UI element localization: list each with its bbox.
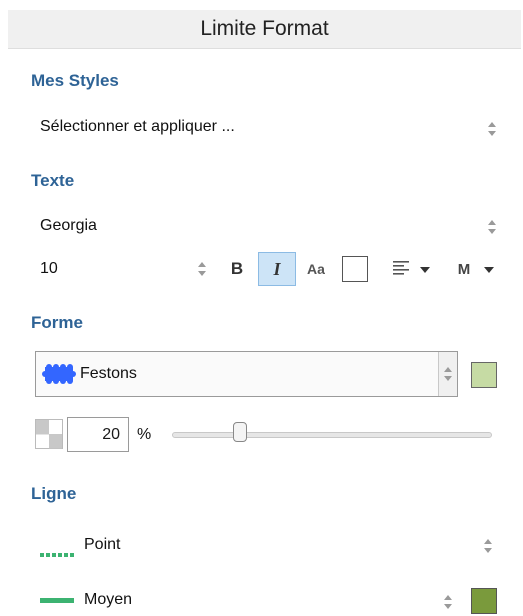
fill-color-swatch[interactable]	[471, 362, 497, 388]
shape-select-label: Festons	[80, 365, 137, 382]
transparency-input[interactable]: 20	[67, 417, 129, 452]
line-weight-select[interactable]: Moyen	[30, 586, 460, 616]
section-text: Texte	[31, 171, 75, 190]
styles-select[interactable]: Sélectionner et appliquer ...	[30, 113, 510, 145]
chevron-down-icon	[484, 259, 495, 279]
slider-track	[172, 432, 492, 438]
bold-button[interactable]: B	[222, 252, 252, 286]
text-case-button[interactable]: Aa	[300, 252, 332, 286]
styles-select-label: Sélectionner et appliquer ...	[40, 118, 235, 135]
italic-button[interactable]: I	[258, 252, 296, 286]
section-shape: Forme	[31, 313, 83, 332]
transparency-slider[interactable]	[172, 422, 492, 446]
line-style-label: Point	[84, 536, 121, 553]
font-size-select[interactable]: 10	[30, 254, 212, 284]
text-color-button[interactable]	[340, 252, 370, 286]
panel-title: Limite Format	[200, 17, 329, 40]
section-my-styles: Mes Styles	[31, 71, 119, 90]
font-select[interactable]: Georgia	[30, 211, 510, 243]
vertical-align-label: M	[457, 260, 471, 278]
line-color-swatch[interactable]	[471, 588, 497, 614]
solid-line-icon	[40, 598, 74, 603]
line-style-select[interactable]: Point	[30, 530, 510, 562]
section-line: Ligne	[31, 484, 77, 503]
vertical-align-dropdown[interactable]: M	[448, 252, 504, 286]
transparency-icon	[35, 419, 63, 454]
line-weight-label: Moyen	[84, 591, 133, 608]
panel-header: Limite Format	[8, 10, 521, 49]
updown-arrows-icon	[196, 261, 208, 277]
dotted-line-icon	[40, 544, 80, 562]
scallop-shape-icon	[42, 364, 76, 389]
text-align-dropdown[interactable]	[384, 252, 438, 286]
text-color-swatch	[342, 256, 368, 282]
updown-arrows-icon	[438, 352, 457, 396]
chevron-down-icon	[420, 259, 430, 279]
shape-select[interactable]: Festons	[35, 351, 458, 397]
updown-arrows-icon	[486, 219, 498, 235]
slider-thumb[interactable]	[233, 422, 248, 442]
font-name: Georgia	[40, 217, 97, 234]
align-left-icon	[392, 259, 410, 280]
font-size-value: 10	[40, 260, 58, 277]
percent-label: %	[137, 426, 152, 443]
updown-arrows-icon	[486, 121, 498, 137]
updown-arrows-icon	[442, 594, 454, 610]
updown-arrows-icon	[482, 538, 494, 554]
